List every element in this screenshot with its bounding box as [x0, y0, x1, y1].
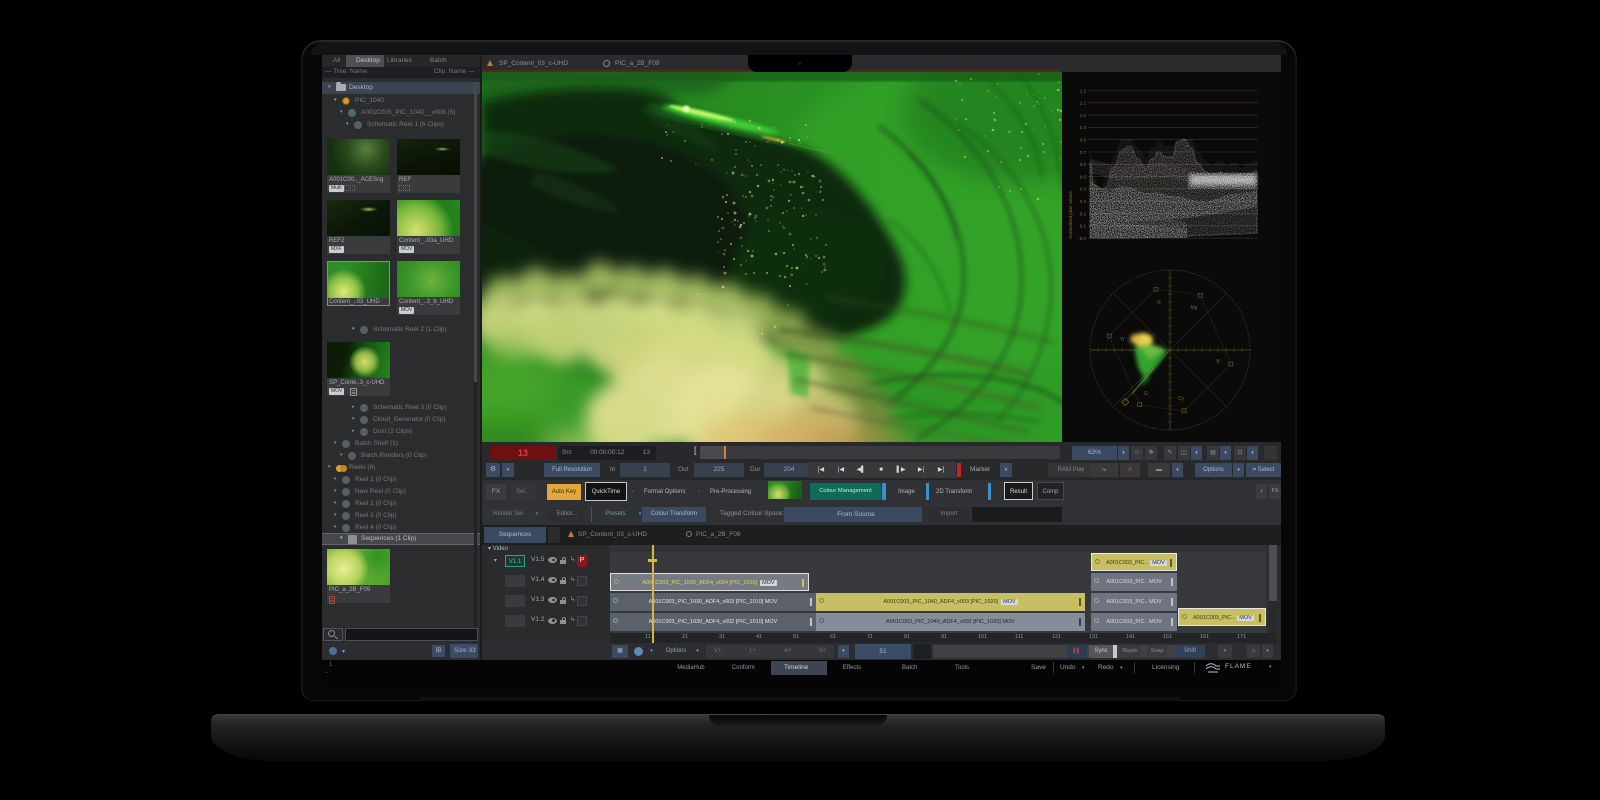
svg-text:Normalized pixel values: Normalized pixel values: [1068, 190, 1073, 238]
svg-text:B: B: [1216, 359, 1220, 365]
svg-text:0.2: 0.2: [1080, 211, 1087, 216]
svg-text:G: G: [1144, 391, 1148, 397]
svg-text:0.9: 0.9: [1080, 125, 1087, 130]
svg-text:0.1: 0.1: [1080, 224, 1087, 229]
svg-text:0.4: 0.4: [1080, 187, 1087, 192]
svg-text:R: R: [1157, 300, 1161, 306]
svg-text:Yl: Yl: [1120, 337, 1124, 343]
svg-text:0.8: 0.8: [1080, 138, 1087, 143]
svg-text:Mg: Mg: [1191, 305, 1198, 311]
svg-text:-0.0: -0.0: [1078, 236, 1086, 241]
svg-text:0.3: 0.3: [1080, 199, 1087, 204]
svg-text:0.7: 0.7: [1080, 150, 1087, 155]
svg-text:0.6: 0.6: [1080, 162, 1087, 167]
svg-text:0.5: 0.5: [1080, 174, 1087, 179]
svg-text:Cy: Cy: [1178, 396, 1185, 402]
svg-text:1.0: 1.0: [1080, 113, 1087, 118]
svg-text:1.1: 1.1: [1080, 101, 1087, 106]
svg-text:1.2: 1.2: [1080, 88, 1087, 93]
